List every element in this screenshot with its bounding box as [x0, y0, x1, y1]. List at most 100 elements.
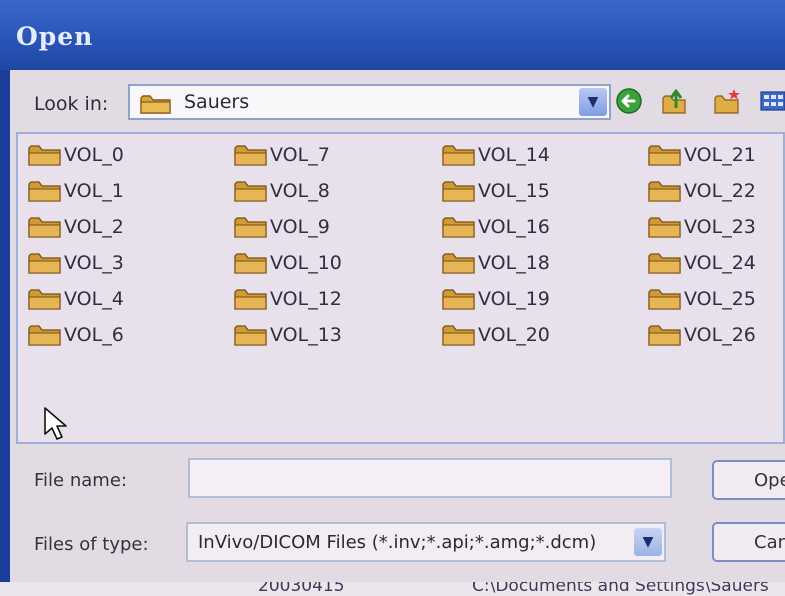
folder-icon [28, 181, 61, 202]
folder-item-label: VOL_22 [684, 180, 756, 202]
folder-icon [234, 217, 267, 238]
folder-item[interactable]: VOL_23 [648, 212, 756, 242]
folder-icon [28, 289, 61, 310]
folder-icon [648, 181, 681, 202]
folder-icon [28, 325, 61, 346]
views-menu-icon [760, 91, 785, 111]
views-menu-button[interactable] [758, 86, 785, 116]
look-in-label: Look in: [34, 93, 109, 115]
folder-item-label: VOL_10 [270, 252, 342, 274]
new-folder-button[interactable] [712, 86, 742, 116]
folder-item-label: VOL_21 [684, 144, 756, 166]
folder-icon [28, 145, 61, 166]
folder-item[interactable]: VOL_3 [28, 248, 124, 278]
folder-item-label: VOL_24 [684, 252, 756, 274]
folder-icon [442, 217, 475, 238]
folder-item-label: VOL_0 [64, 144, 124, 166]
files-of-type-dropdown[interactable]: InVivo/DICOM Files (*.inv;*.api;*.amg;*.… [186, 522, 666, 562]
folder-icon [442, 145, 475, 166]
folder-icon [28, 253, 61, 274]
up-one-level-button[interactable] [660, 86, 690, 116]
file-list-view[interactable]: < VOL_0VOL_1VOL_2VOL_3VOL_4VOL_6VOL_7VOL… [16, 132, 785, 444]
title-bar[interactable]: Open [0, 0, 785, 70]
folder-item[interactable]: VOL_26 [648, 320, 756, 350]
folder-item[interactable]: VOL_12 [234, 284, 342, 314]
folder-item-label: VOL_19 [478, 288, 550, 310]
folder-item-label: VOL_1 [64, 180, 124, 202]
folder-item-label: VOL_4 [64, 288, 124, 310]
folder-icon [234, 325, 267, 346]
back-button[interactable] [614, 86, 644, 116]
folder-icon [442, 289, 475, 310]
folder-item-label: VOL_9 [270, 216, 330, 238]
cancel-button[interactable]: Cancel [712, 522, 785, 562]
files-of-type-value: InVivo/DICOM Files (*.inv;*.api;*.amg;*.… [198, 532, 597, 553]
folder-item[interactable]: VOL_8 [234, 176, 330, 206]
folder-icon [442, 181, 475, 202]
folder-icon [648, 325, 681, 346]
folder-item[interactable]: VOL_9 [234, 212, 330, 242]
folder-icon [140, 95, 171, 114]
folder-item[interactable]: VOL_2 [28, 212, 124, 242]
folder-item[interactable]: VOL_20 [442, 320, 550, 350]
folder-item[interactable]: VOL_19 [442, 284, 550, 314]
folder-icon [28, 217, 61, 238]
folder-item-label: VOL_25 [684, 288, 756, 310]
folder-icon [234, 253, 267, 274]
folder-item[interactable]: VOL_0 [28, 140, 124, 170]
folder-item-label: VOL_26 [684, 324, 756, 346]
folder-item-label: VOL_18 [478, 252, 550, 274]
folder-item[interactable]: VOL_10 [234, 248, 342, 278]
folder-icon [442, 253, 475, 274]
folder-item-label: VOL_16 [478, 216, 550, 238]
background-window-strip: 20030415 C:\Documents and Settings\Sauer… [0, 582, 785, 596]
look-in-dropdown[interactable]: Sauers ▼ [128, 84, 611, 120]
folder-item[interactable]: VOL_14 [442, 140, 550, 170]
open-button[interactable]: Open [712, 460, 785, 500]
folder-item-label: VOL_3 [64, 252, 124, 274]
folder-item-label: VOL_2 [64, 216, 124, 238]
chevron-down-icon[interactable]: ▼ [579, 88, 607, 116]
files-of-type-label: Files of type: [34, 534, 149, 555]
open-dialog: Look in: Sauers ▼ VOL_0 VOL_1 VOL_2 VOL_… [10, 70, 785, 582]
folder-item-label: VOL_12 [270, 288, 342, 310]
folder-item[interactable]: VOL_18 [442, 248, 550, 278]
folder-item[interactable]: VOL_24 [648, 248, 756, 278]
folder-item-label: VOL_8 [270, 180, 330, 202]
back-arrow-icon [616, 88, 642, 114]
folder-item[interactable]: VOL_25 [648, 284, 756, 314]
folder-icon [648, 217, 681, 238]
up-folder-icon [662, 89, 686, 114]
look-in-value: Sauers [184, 91, 250, 113]
folder-item[interactable]: VOL_1 [28, 176, 124, 206]
folder-icon [234, 289, 267, 310]
folder-item[interactable]: VOL_21 [648, 140, 756, 170]
folder-item-label: VOL_7 [270, 144, 330, 166]
mouse-pointer-icon [44, 407, 67, 440]
folder-icon [234, 181, 267, 202]
folder-item-label: VOL_15 [478, 180, 550, 202]
folder-icon [648, 289, 681, 310]
folder-icon [442, 325, 475, 346]
folder-icon [648, 145, 681, 166]
folder-item[interactable]: VOL_13 [234, 320, 342, 350]
folder-item[interactable]: VOL_16 [442, 212, 550, 242]
new-folder-icon [714, 89, 740, 114]
file-name-label: File name: [34, 470, 127, 491]
folder-item-label: VOL_20 [478, 324, 550, 346]
folder-item[interactable]: VOL_22 [648, 176, 756, 206]
file-name-input[interactable] [188, 458, 672, 498]
folder-item-label: VOL_13 [270, 324, 342, 346]
folder-item-label: VOL_23 [684, 216, 756, 238]
folder-item-label: VOL_14 [478, 144, 550, 166]
folder-item[interactable]: VOL_4 [28, 284, 124, 314]
folder-item[interactable]: VOL_7 [234, 140, 330, 170]
folder-item[interactable]: VOL_6 [28, 320, 124, 350]
background-date-text: 20030415 [258, 582, 345, 596]
folder-icon [234, 145, 267, 166]
window-title: Open [16, 22, 94, 51]
chevron-down-icon[interactable]: ▼ [634, 528, 662, 556]
folder-item[interactable]: VOL_15 [442, 176, 550, 206]
folder-icon [648, 253, 681, 274]
folder-item-label: VOL_6 [64, 324, 124, 346]
